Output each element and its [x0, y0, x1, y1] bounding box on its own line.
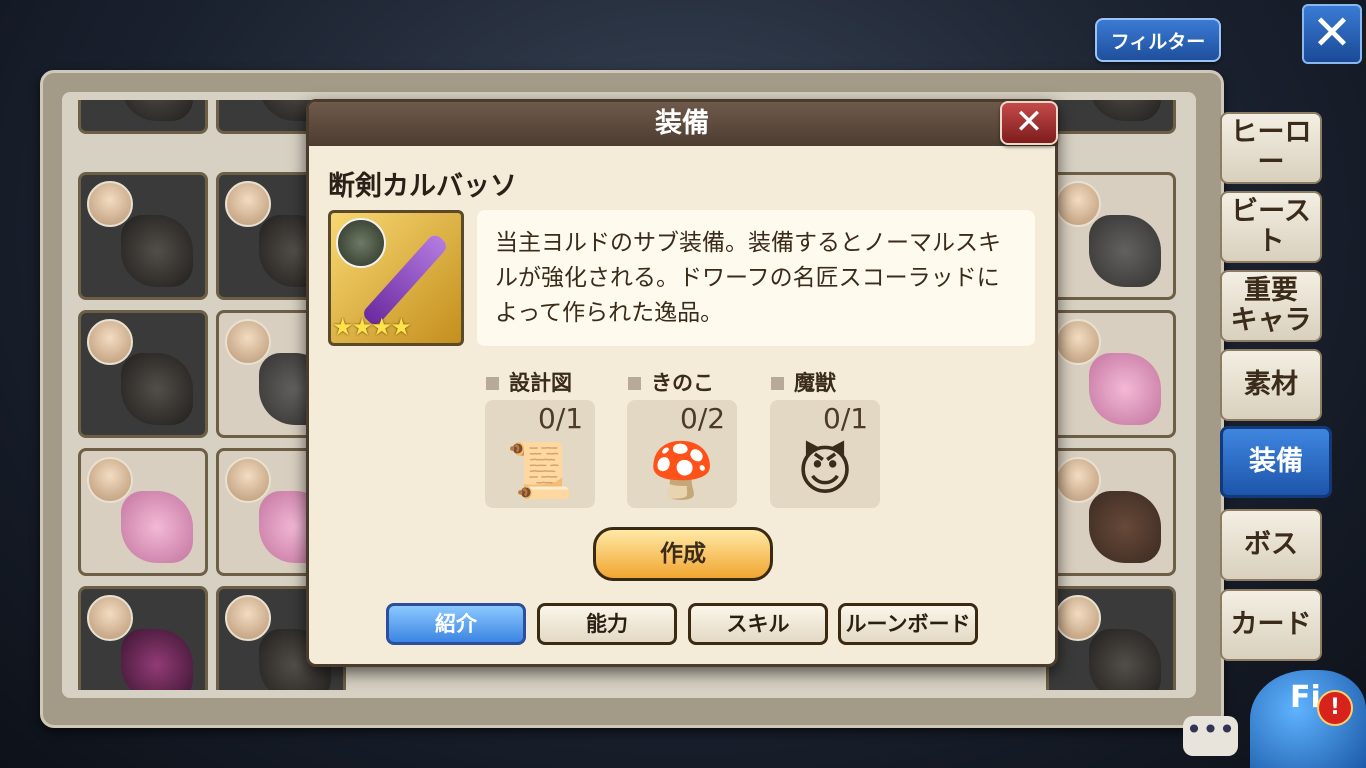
- hero-avatar: [87, 457, 133, 503]
- item-icon: [121, 353, 193, 425]
- tab-beast[interactable]: ビースト: [1220, 191, 1322, 263]
- item-name: 断剣カルバッソ: [328, 171, 517, 202]
- tab-hero[interactable]: ヒーロー: [1220, 112, 1322, 184]
- tab-ability[interactable]: 能力: [537, 603, 677, 645]
- tab-equipment[interactable]: 装備: [1220, 426, 1332, 498]
- grid-cell[interactable]: [78, 448, 208, 576]
- grid-cell[interactable]: [1046, 100, 1176, 134]
- demon-icon: 😈: [796, 439, 854, 502]
- material-count: 0/2: [680, 402, 726, 435]
- material-count: 0/1: [823, 402, 869, 435]
- close-icon[interactable]: ✕: [1302, 4, 1362, 64]
- hero-avatar: [225, 457, 271, 503]
- grid-cell[interactable]: [78, 172, 208, 300]
- create-button[interactable]: 作成: [593, 527, 773, 581]
- grid-cell[interactable]: [1046, 310, 1176, 438]
- item-icon: [121, 100, 193, 121]
- chat-button[interactable]: •••: [1183, 716, 1238, 756]
- item-icon: [1089, 629, 1161, 690]
- tab-introduction[interactable]: 紹介: [386, 603, 526, 645]
- hero-avatar: [1055, 457, 1101, 503]
- rarity-stars: ★★★★: [332, 313, 412, 341]
- grid-cell[interactable]: [1046, 448, 1176, 576]
- tab-skill[interactable]: スキル: [688, 603, 828, 645]
- grid-cell[interactable]: [1046, 172, 1176, 300]
- dialog-title: 装備: [655, 108, 709, 139]
- tab-materials[interactable]: 素材: [1220, 349, 1322, 421]
- grid-cell[interactable]: [1046, 586, 1176, 690]
- dialog-close-button[interactable]: ✕: [1000, 101, 1058, 145]
- hero-avatar: [1055, 595, 1101, 641]
- hero-avatar: [87, 595, 133, 641]
- material-label: 設計図: [486, 367, 572, 397]
- tab-boss[interactable]: ボス: [1220, 509, 1322, 581]
- hero-avatar: [225, 181, 271, 227]
- hero-avatar: [225, 595, 271, 641]
- item-icon: [1089, 100, 1161, 121]
- item-icon: [1089, 353, 1161, 425]
- hero-avatar: [1055, 181, 1101, 227]
- hero-avatar: [87, 181, 133, 227]
- grid-cell[interactable]: [78, 586, 208, 690]
- item-icon: [1089, 491, 1161, 563]
- filter-button[interactable]: フィルター: [1095, 18, 1221, 62]
- item-description: 当主ヨルドのサブ装備。装備するとノーマルスキルが強化される。ドワーフの名匠スコー…: [477, 210, 1035, 346]
- grid-cell[interactable]: [78, 310, 208, 438]
- tab-card[interactable]: カード: [1220, 589, 1322, 661]
- mushroom-icon: 🍄: [648, 439, 716, 502]
- hero-avatar: [225, 319, 271, 365]
- material-label: 魔獣: [771, 367, 836, 397]
- item-icon: [121, 629, 193, 690]
- alert-icon: !: [1317, 690, 1353, 726]
- owner-avatar-icon: [336, 218, 386, 268]
- item-icon: [1089, 215, 1161, 287]
- material-label: きのこ: [628, 367, 714, 397]
- blueprint-icon: 📜: [506, 439, 574, 502]
- hero-avatar: [1055, 319, 1101, 365]
- tab-important-characters[interactable]: 重要 キャラ: [1220, 270, 1322, 342]
- hero-avatar: [87, 319, 133, 365]
- item-icon: [121, 491, 193, 563]
- material-count: 0/1: [538, 402, 584, 435]
- grid-cell[interactable]: [78, 100, 208, 134]
- item-icon: [121, 215, 193, 287]
- tab-rune-board[interactable]: ルーンボード: [838, 603, 978, 645]
